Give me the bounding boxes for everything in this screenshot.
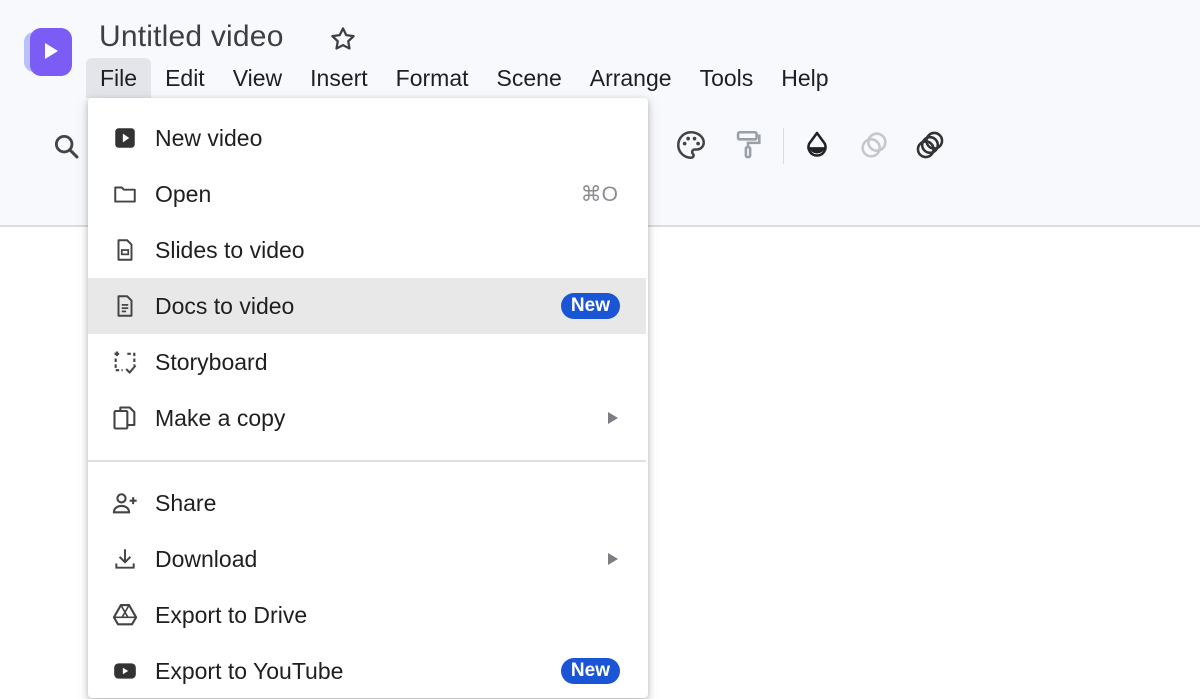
menu-item-docs-to-video[interactable]: Docs to video New xyxy=(88,278,646,334)
docs-icon xyxy=(110,291,140,321)
menu-item-new-video[interactable]: New video xyxy=(88,110,646,166)
paint-roller-icon[interactable] xyxy=(731,128,765,162)
submenu-arrow-icon xyxy=(608,412,618,424)
menu-insert[interactable]: Insert xyxy=(296,58,382,98)
drive-icon xyxy=(110,600,140,630)
menu-item-label: Docs to video xyxy=(155,292,295,319)
menu-item-export-to-drive[interactable]: Export to Drive xyxy=(88,587,646,643)
search-icon[interactable] xyxy=(50,130,84,164)
share-icon xyxy=(110,488,140,518)
shortcut-label: ⌘O xyxy=(580,182,618,206)
menu-item-label: Share xyxy=(155,489,217,516)
menu-item-label: New video xyxy=(155,124,263,151)
new-video-icon xyxy=(110,123,140,153)
menu-item-export-to-youtube[interactable]: Export to YouTube New xyxy=(88,643,646,699)
menu-item-label: Slides to video xyxy=(155,236,305,263)
slides-icon xyxy=(110,235,140,265)
new-badge: New xyxy=(560,293,620,319)
download-icon xyxy=(110,544,140,574)
menu-edit[interactable]: Edit xyxy=(151,58,219,98)
menu-item-download[interactable]: Download xyxy=(88,531,646,587)
menu-bar: File Edit View Insert Format Scene Arran… xyxy=(86,58,843,98)
menu-item-open[interactable]: Open ⌘O xyxy=(88,166,646,222)
menu-divider xyxy=(88,460,646,462)
youtube-icon xyxy=(110,656,140,686)
menu-item-label: Download xyxy=(155,545,258,572)
menu-item-storyboard[interactable]: Storyboard xyxy=(88,334,646,390)
vids-logo-icon[interactable] xyxy=(22,26,74,78)
layers-icon[interactable] xyxy=(913,128,947,162)
new-badge: New xyxy=(560,658,620,684)
menu-item-label: Export to Drive xyxy=(155,601,308,628)
menu-item-label: Open xyxy=(155,180,212,207)
submenu-arrow-icon xyxy=(608,553,618,565)
fill-color-icon[interactable] xyxy=(800,128,834,162)
copy-icon xyxy=(110,403,140,433)
menu-item-label: Make a copy xyxy=(155,404,286,431)
menu-format[interactable]: Format xyxy=(382,58,483,98)
file-menu-dropdown: New video Open ⌘O Slides to video Docs t… xyxy=(88,98,648,698)
menu-file[interactable]: File xyxy=(86,58,152,98)
menu-scene[interactable]: Scene xyxy=(483,58,576,98)
menu-help[interactable]: Help xyxy=(767,58,842,98)
menu-item-slides-to-video[interactable]: Slides to video xyxy=(88,222,646,278)
document-title[interactable]: Untitled video xyxy=(99,20,284,54)
menu-tools[interactable]: Tools xyxy=(686,58,768,98)
folder-icon xyxy=(110,179,140,209)
menu-item-label: Export to YouTube xyxy=(155,657,344,684)
menu-view[interactable]: View xyxy=(219,58,296,98)
menu-item-share[interactable]: Share xyxy=(88,475,646,531)
palette-icon[interactable] xyxy=(674,128,708,162)
opacity-icon[interactable] xyxy=(857,128,891,162)
menu-arrange[interactable]: Arrange xyxy=(576,58,686,98)
storyboard-icon xyxy=(110,347,140,377)
star-icon[interactable] xyxy=(328,24,358,54)
menu-item-make-a-copy[interactable]: Make a copy xyxy=(88,390,646,446)
toolbar-divider xyxy=(783,128,784,164)
menu-item-label: Storyboard xyxy=(155,348,268,375)
